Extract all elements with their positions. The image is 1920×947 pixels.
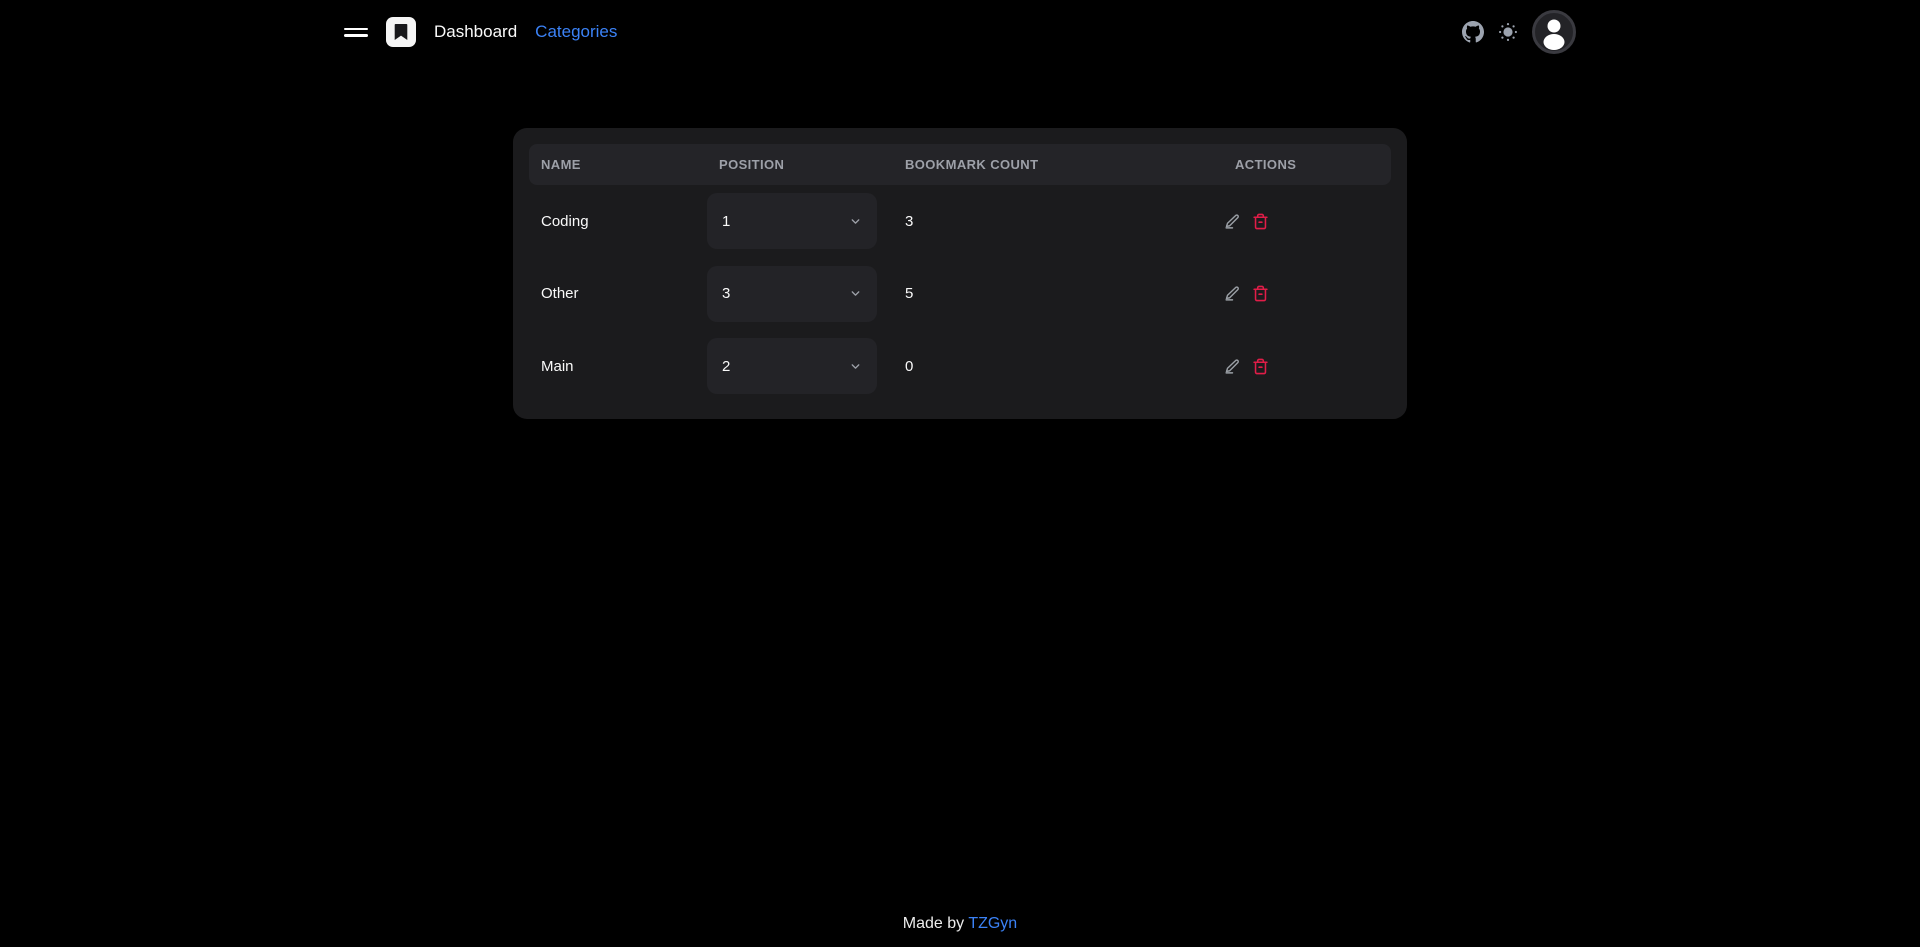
position-select-value: 1 <box>722 213 730 230</box>
pencil-icon <box>1224 285 1241 302</box>
delete-button[interactable] <box>1251 285 1269 303</box>
nav-link-categories[interactable]: Categories <box>535 22 617 42</box>
table-row: Coding 1 3 <box>529 185 1391 258</box>
nav-link-dashboard[interactable]: Dashboard <box>434 22 517 42</box>
page-footer: Made by TZGyn <box>0 915 1920 933</box>
category-name: Main <box>529 358 707 375</box>
footer-author-link[interactable]: TZGyn <box>968 915 1017 932</box>
bookmark-count: 5 <box>893 285 1223 302</box>
position-select[interactable]: 2 <box>707 338 877 394</box>
position-cell: 1 <box>707 193 893 249</box>
position-select[interactable]: 3 <box>707 266 877 322</box>
row-actions <box>1223 212 1391 230</box>
position-select[interactable]: 1 <box>707 193 877 249</box>
edit-button[interactable] <box>1223 285 1241 303</box>
user-avatar[interactable] <box>1532 10 1576 54</box>
user-icon <box>1535 13 1573 51</box>
hamburger-menu-icon[interactable] <box>344 24 368 41</box>
sun-icon <box>1497 21 1519 43</box>
edit-button[interactable] <box>1223 212 1241 230</box>
delete-button[interactable] <box>1251 357 1269 375</box>
chevron-down-icon <box>849 215 862 228</box>
row-actions <box>1223 285 1391 303</box>
categories-table-card: NAME POSITION BOOKMARK COUNT ACTIONS Cod… <box>513 128 1407 419</box>
bookmark-count: 3 <box>893 213 1223 230</box>
delete-button[interactable] <box>1251 212 1269 230</box>
top-nav: Dashboard Categories <box>344 0 1576 64</box>
pencil-icon <box>1224 358 1241 375</box>
position-cell: 3 <box>707 266 893 322</box>
theme-toggle-button[interactable] <box>1497 21 1519 43</box>
table-header-row: NAME POSITION BOOKMARK COUNT ACTIONS <box>529 144 1391 185</box>
position-select-value: 3 <box>722 285 730 302</box>
table-row: Main 2 0 <box>529 330 1391 403</box>
category-name: Coding <box>529 213 707 230</box>
category-name: Other <box>529 285 707 302</box>
bookmark-icon <box>393 23 409 41</box>
position-select-value: 2 <box>722 358 730 375</box>
pencil-icon <box>1224 213 1241 230</box>
app-logo[interactable] <box>386 17 416 47</box>
trash-icon <box>1252 213 1269 230</box>
bookmark-count: 0 <box>893 358 1223 375</box>
edit-button[interactable] <box>1223 357 1241 375</box>
position-cell: 2 <box>707 338 893 394</box>
github-icon <box>1462 21 1484 43</box>
nav-right-group <box>1462 10 1576 54</box>
main-content: NAME POSITION BOOKMARK COUNT ACTIONS Cod… <box>0 128 1920 419</box>
row-actions <box>1223 357 1391 375</box>
chevron-down-icon <box>849 360 862 373</box>
github-link[interactable] <box>1462 21 1484 43</box>
column-header-position: POSITION <box>707 157 893 172</box>
table-row: Other 3 5 <box>529 258 1391 331</box>
footer-credit-text: Made by <box>903 915 964 932</box>
column-header-bookmark-count: BOOKMARK COUNT <box>893 157 1223 172</box>
trash-icon <box>1252 285 1269 302</box>
column-header-actions: ACTIONS <box>1223 157 1391 172</box>
nav-left-group: Dashboard Categories <box>344 17 617 47</box>
trash-icon <box>1252 358 1269 375</box>
chevron-down-icon <box>849 287 862 300</box>
column-header-name: NAME <box>529 157 707 172</box>
